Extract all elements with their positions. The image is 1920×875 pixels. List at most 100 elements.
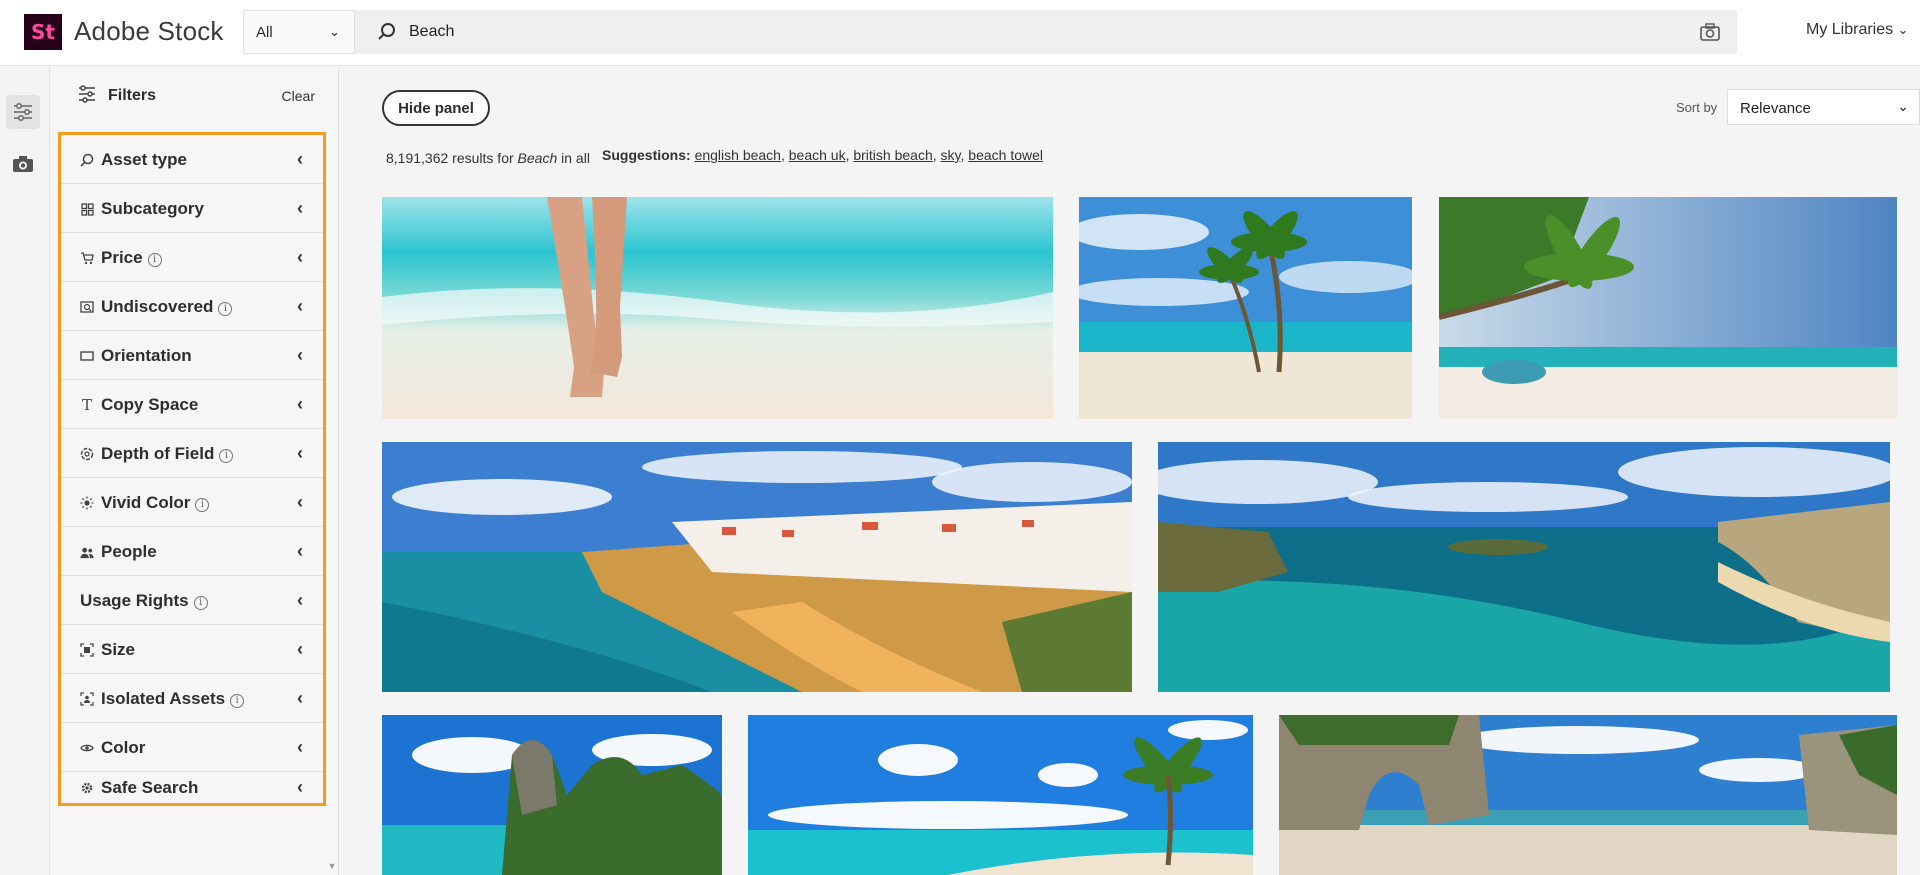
filter-depth-of-field[interactable]: Depth of Field i ‹: [61, 429, 323, 478]
image-thumbnail-cliff-town[interactable]: [382, 442, 1132, 692]
info-icon[interactable]: i: [218, 302, 233, 316]
image-thumbnail-palm-trees[interactable]: [1079, 197, 1412, 419]
chevron-left-icon: ‹: [297, 394, 303, 414]
text-icon: T: [81, 396, 92, 414]
beach-photo: [1439, 197, 1897, 419]
adobe-stock-logo[interactable]: St: [24, 14, 62, 50]
info-icon[interactable]: i: [219, 449, 234, 463]
chevron-left-icon: ‹: [297, 541, 303, 561]
chevron-left-icon: ‹: [297, 443, 303, 463]
filter-people[interactable]: People ‹: [61, 527, 323, 576]
info-icon[interactable]: i: [195, 498, 210, 512]
chevron-left-icon: ‹: [297, 198, 303, 218]
search-icon: [80, 153, 94, 167]
filters-icon: [79, 85, 95, 103]
sort-by-label: Sort by: [1676, 100, 1718, 115]
filter-label: Subcategory: [101, 199, 204, 218]
sun-icon: [80, 496, 94, 510]
chevron-left-icon: ‹: [297, 737, 303, 757]
beach-photo: [1158, 442, 1890, 692]
image-thumbnail-turquoise-bay[interactable]: [1158, 442, 1890, 692]
chevron-left-icon: ‹: [297, 590, 303, 610]
suggestion-link[interactable]: sky: [941, 147, 961, 163]
search-bar: All ⌄: [243, 10, 1737, 54]
filter-usage-rights[interactable]: Usage Rights i ‹: [61, 576, 323, 625]
clear-filters-button[interactable]: Clear: [282, 88, 315, 104]
search-scope-value: All: [256, 23, 273, 41]
filter-panel-header: Filters Clear: [51, 67, 339, 127]
search-scope-dropdown[interactable]: All ⌄: [243, 10, 355, 54]
filter-label-text: Price: [101, 248, 143, 267]
chevron-down-icon: ⌄: [1897, 22, 1909, 37]
filter-copy-space[interactable]: T Copy Space ‹: [61, 380, 323, 429]
image-thumbnail-palm-swing[interactable]: [1439, 197, 1897, 419]
filter-subcategory[interactable]: Subcategory ‹: [61, 184, 323, 233]
chevron-left-icon: ‹: [297, 492, 303, 512]
filter-label: Price i: [101, 248, 162, 268]
beach-photo: [1279, 715, 1897, 875]
beach-photo: [382, 715, 722, 875]
eye-icon: [80, 741, 94, 755]
chevron-down-icon: ⌄: [1897, 98, 1909, 114]
filter-label: Copy Space: [101, 395, 199, 414]
filter-label: Undiscovered i: [101, 297, 233, 317]
scroll-down-arrow[interactable]: ▼: [326, 861, 338, 875]
filter-orientation[interactable]: Orientation ‹: [61, 331, 323, 380]
left-rail: [0, 67, 50, 875]
filter-label: Depth of Field i: [101, 444, 234, 464]
filter-label-text: Vivid Color: [101, 493, 191, 512]
filter-label: Safe Search: [101, 778, 199, 797]
chevron-left-icon: ‹: [297, 247, 303, 267]
suggestion-link[interactable]: english beach: [695, 147, 781, 163]
aperture-icon: [80, 447, 94, 461]
top-bar: St Adobe Stock All ⌄ My Libraries ⌄: [0, 0, 1920, 66]
visual-search-button[interactable]: [6, 147, 40, 181]
my-libraries-button[interactable]: My Libraries ⌄: [1806, 21, 1909, 39]
search-icon: [378, 23, 395, 40]
filter-vivid-color[interactable]: Vivid Color i ‹: [61, 478, 323, 527]
info-icon[interactable]: i: [147, 253, 162, 267]
results-text: results for: [448, 150, 518, 166]
filter-size[interactable]: Size ‹: [61, 625, 323, 674]
info-icon[interactable]: i: [193, 596, 208, 610]
suggestions: Suggestions: english beach, beach uk, br…: [602, 147, 1043, 163]
filter-label: Asset type: [101, 150, 187, 169]
filter-label: People: [101, 542, 157, 561]
info-icon[interactable]: i: [230, 694, 245, 708]
hide-panel-button[interactable]: Hide panel: [382, 90, 490, 126]
image-thumbnail-palm-beach[interactable]: [748, 715, 1253, 875]
image-thumbnail-rock-arch[interactable]: [1279, 715, 1897, 875]
filter-safe-search[interactable]: Safe Search ‹: [61, 772, 323, 803]
sort-dropdown[interactable]: Relevance ⌄: [1727, 89, 1920, 125]
filters-toggle-button[interactable]: [6, 95, 40, 129]
image-thumbnail-feet-in-surf[interactable]: [382, 197, 1053, 419]
filter-color[interactable]: Color ‹: [61, 723, 323, 772]
size-icon: [80, 643, 94, 657]
chevron-left-icon: ‹: [297, 777, 303, 797]
filter-panel: Filters Clear Asset type ‹ Subcategory ‹…: [51, 67, 339, 875]
search-input[interactable]: [409, 10, 1509, 54]
filter-label: Size: [101, 640, 136, 659]
visual-search-camera-icon[interactable]: [1699, 21, 1721, 43]
sort-value: Relevance: [1740, 100, 1811, 117]
suggestion-link[interactable]: beach uk: [789, 147, 846, 163]
filter-label-text: Usage Rights: [80, 591, 189, 610]
filter-asset-type[interactable]: Asset type ‹: [61, 135, 323, 184]
app-name[interactable]: Adobe Stock: [74, 16, 224, 47]
suggestion-link[interactable]: beach towel: [968, 147, 1043, 163]
filter-undiscovered[interactable]: Undiscovered i ‹: [61, 282, 323, 331]
image-thumbnail-limestone-islands[interactable]: [382, 715, 722, 875]
filter-isolated-assets[interactable]: Isolated Assets i ‹: [61, 674, 323, 723]
beach-photo: [382, 442, 1132, 692]
chevron-left-icon: ‹: [297, 688, 303, 708]
filter-label: Color: [101, 738, 146, 757]
grid-icon: [80, 202, 94, 216]
discover-icon: [80, 300, 94, 314]
filters-title: Filters: [108, 87, 157, 104]
suggestion-link[interactable]: british beach: [853, 147, 932, 163]
filter-price[interactable]: Price i ‹: [61, 233, 323, 282]
beach-photo: [748, 715, 1253, 875]
filter-list: Asset type ‹ Subcategory ‹ Price i ‹ Undi…: [58, 132, 326, 806]
chevron-left-icon: ‹: [297, 149, 303, 169]
beach-photo: [382, 197, 1053, 419]
